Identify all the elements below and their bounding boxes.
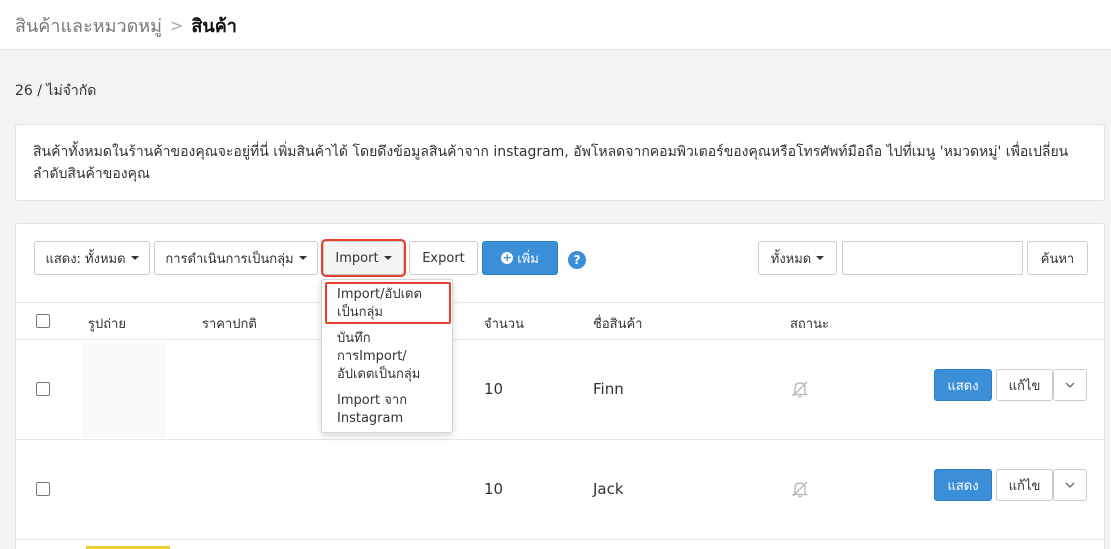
export-button[interactable]: Export (409, 241, 478, 275)
select-all-checkbox[interactable] (36, 314, 50, 328)
product-thumbnail[interactable] (82, 342, 166, 438)
breadcrumb: สินค้าและหมวดหมู่ > สินค้า (15, 11, 237, 40)
products-panel: แสดง: ทั้งหมด การดำเนินการเป็นกลุ่ม Impo… (15, 223, 1105, 549)
bell-off-icon[interactable] (790, 479, 810, 499)
chevron-right-icon: > (170, 16, 184, 35)
export-label: Export (422, 250, 465, 266)
table-header: รูปถ่าย ราคาปกติ จำนวน ชื่อสินค้า สถานะ (16, 302, 1104, 340)
menu-item-line: Import/อัปเดต (337, 287, 422, 302)
status-filter-label: ทั้งหมด (770, 251, 812, 267)
edit-product-button[interactable]: แก้ไข (996, 369, 1053, 401)
row-checkbox[interactable] (36, 482, 50, 496)
column-qty[interactable]: จำนวน (484, 313, 524, 334)
product-qty: 10 (484, 480, 504, 498)
product-name[interactable]: Finn (593, 380, 624, 398)
edit-product-button[interactable]: แก้ไข (996, 469, 1053, 501)
menu-item-line: อัปเดตเป็นกลุ่ม (337, 367, 421, 382)
import-button[interactable]: Import (321, 239, 406, 277)
menu-item-import-instagram[interactable]: Import จาก Instagram (337, 392, 407, 428)
show-product-button[interactable]: แสดง (934, 369, 992, 401)
product-qty: 10 (484, 380, 504, 398)
plus-circle-icon: + (501, 251, 514, 264)
info-notice: สินค้าทั้งหมดในร้านค้าของคุณจะอยู่ที่นี่… (15, 124, 1105, 201)
column-status: สถานะ (790, 317, 829, 332)
menu-item-bulk-import[interactable]: Import/อัปเดต เป็นกลุ่ม (337, 286, 422, 322)
chevron-down-icon (1065, 382, 1075, 388)
chevron-down-icon (1065, 482, 1075, 488)
status-filter-button[interactable]: ทั้งหมด (758, 241, 837, 275)
import-label: Import (335, 250, 379, 266)
product-count: 26 / ไม่จำกัด (15, 83, 97, 99)
product-name[interactable]: Jack (593, 480, 624, 498)
page-title: สินค้า (191, 16, 237, 37)
row-checkbox[interactable] (36, 382, 50, 396)
menu-item-line: Import จาก (337, 393, 408, 408)
row-more-button[interactable] (1053, 469, 1087, 501)
column-photo[interactable]: รูปถ่าย (88, 313, 126, 334)
table-row: 10 Finn แสดง แก้ไข (16, 340, 1104, 440)
menu-item-line: Instagram (337, 411, 404, 426)
add-product-button[interactable]: + เพิ่ม (482, 241, 558, 275)
caret-down-icon (298, 256, 307, 260)
table-row: 10 Jack แสดง แก้ไข (16, 440, 1104, 540)
caret-down-icon (130, 256, 139, 260)
bell-off-icon[interactable] (790, 379, 810, 399)
caret-down-icon (816, 256, 825, 260)
import-dropdown-menu: Import/อัปเดต เป็นกลุ่ม บันทึก การImport… (321, 279, 453, 433)
column-name[interactable]: ชื่อสินค้า (593, 313, 642, 334)
menu-item-line: เป็นกลุ่ม (337, 305, 383, 320)
search-input[interactable] (842, 241, 1023, 275)
search-button[interactable]: ค้นหา (1027, 241, 1088, 275)
show-product-button[interactable]: แสดง (934, 469, 992, 501)
page-header: สินค้าและหมวดหมู่ > สินค้า (0, 0, 1111, 50)
help-icon[interactable]: ? (568, 251, 586, 269)
bulk-action-label: การดำเนินการเป็นกลุ่ม (165, 251, 294, 267)
column-price[interactable]: ราคาปกติ (202, 313, 257, 334)
caret-down-icon (383, 256, 392, 260)
menu-item-line: บันทึก (337, 331, 371, 346)
menu-item-line: การImport/ (337, 349, 407, 364)
add-product-label: เพิ่ม (517, 251, 539, 267)
show-filter-label: แสดง: ทั้งหมด (45, 251, 126, 267)
breadcrumb-parent[interactable]: สินค้าและหมวดหมู่ (15, 11, 162, 40)
search-button-label: ค้นหา (1040, 251, 1075, 267)
menu-item-import-log[interactable]: บันทึก การImport/ อัปเดตเป็นกลุ่ม (337, 330, 420, 384)
row-more-button[interactable] (1053, 369, 1087, 401)
bulk-action-button[interactable]: การดำเนินการเป็นกลุ่ม (154, 241, 318, 275)
show-filter-button[interactable]: แสดง: ทั้งหมด (34, 241, 150, 275)
